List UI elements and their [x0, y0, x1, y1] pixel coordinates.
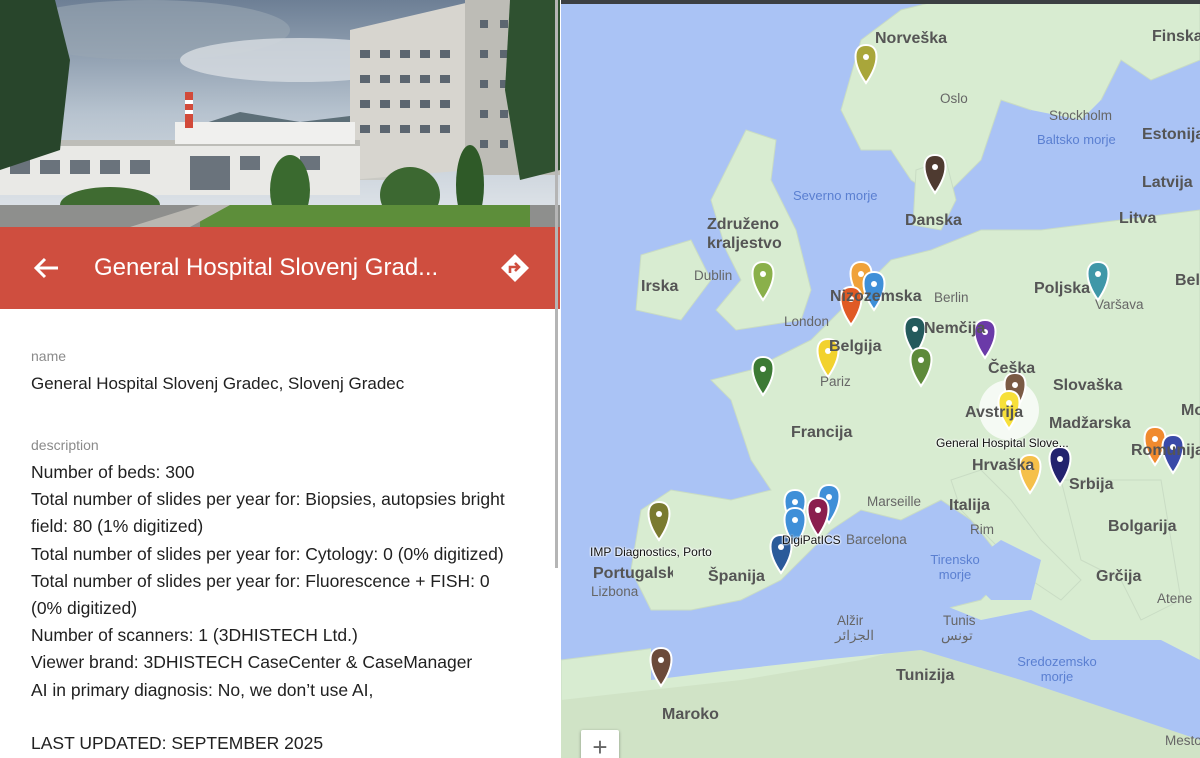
- country-label: Francija: [791, 424, 853, 441]
- sea-label: Baltsko morje: [1037, 132, 1116, 147]
- city-label: Varšava: [1095, 297, 1144, 312]
- country-label: Avstrija: [965, 404, 1024, 421]
- country-label: Mol: [1181, 402, 1200, 419]
- city-label: تونس: [941, 628, 973, 643]
- country-label: Združeno: [707, 216, 779, 233]
- city-label: Oslo: [940, 91, 968, 106]
- city-label: Mesto: [1165, 733, 1200, 748]
- country-label: Madžarska: [1049, 415, 1131, 432]
- country-label: Belgija: [829, 338, 882, 355]
- place-title: General Hospital Slovenj Grad...: [94, 254, 439, 281]
- details-section: name General Hospital Slovenj Gradec, Sl…: [31, 340, 541, 758]
- back-arrow-icon[interactable]: [30, 253, 62, 283]
- pin-label[interactable]: DigiPatICS: [782, 533, 841, 547]
- city-label: Stockholm: [1049, 108, 1113, 123]
- description-line: Total number of slides per year for: Cyt…: [31, 543, 504, 564]
- title-bar: General Hospital Slovenj Grad...: [0, 227, 560, 309]
- name-value: General Hospital Slovenj Gradec, Slovenj…: [31, 374, 405, 393]
- description-line: (0% digitized): [31, 598, 138, 619]
- city-label: London: [784, 314, 830, 329]
- country-label: Italija: [949, 497, 990, 514]
- description-line: AI in primary diagnosis: No, we don’t us…: [31, 679, 374, 700]
- country-label: Latvija: [1142, 174, 1193, 191]
- place-details-panel: General Hospital Slovenj Grad... name Ge…: [0, 0, 560, 758]
- city-label: الجزائر: [835, 628, 874, 643]
- country-label: Poljska: [1034, 280, 1091, 297]
- country-label: Slovaška: [1053, 377, 1123, 394]
- description-line: Number of beds: 300: [31, 462, 195, 482]
- last-updated: LAST UPDATED: SEPTEMBER 2025: [31, 733, 324, 754]
- name-label: name: [31, 348, 67, 364]
- city-label: Alžir: [837, 613, 864, 628]
- country-label: Litva: [1119, 210, 1157, 227]
- zoom-in-button[interactable]: +: [581, 730, 619, 758]
- city-label: Atene: [1157, 591, 1193, 606]
- country-label: Norveška: [875, 30, 948, 47]
- description-label: description: [31, 437, 99, 453]
- description-line: Total number of slides per year for: Bio…: [31, 489, 505, 510]
- city-label: Berlin: [934, 290, 969, 305]
- country-label: Bolgarija: [1108, 518, 1177, 535]
- sea-label: Severno morje: [793, 188, 878, 203]
- description-text: Number of beds: 300 Total number of slid…: [31, 459, 541, 704]
- city-label: Tunis: [943, 613, 976, 628]
- country-label: kraljestvo: [707, 235, 782, 252]
- city-label: Marseille: [867, 494, 922, 509]
- country-label: Danska: [905, 212, 962, 229]
- country-label: Maroko: [662, 706, 719, 723]
- sea-label: Tirensko morje: [930, 552, 980, 582]
- description-line: Viewer brand: 3DHISTECH CaseCenter & Cas…: [31, 652, 473, 673]
- country-label: Nizozemska: [830, 288, 922, 305]
- city-label: Lizbona: [591, 584, 639, 599]
- country-label: Portugalska: [593, 565, 673, 582]
- map-view[interactable]: Norveška Finska Estonija Latvija Litva D…: [561, 0, 1200, 758]
- panel-scrollbar[interactable]: [555, 0, 558, 568]
- country-label: Češka: [988, 360, 1036, 377]
- country-label: Irska: [641, 278, 679, 295]
- country-label: Finska: [1152, 28, 1200, 45]
- country-label: Nemčija: [924, 320, 986, 337]
- directions-icon[interactable]: [500, 253, 530, 283]
- pin-label-selected[interactable]: General Hospital Slove...: [936, 436, 1069, 450]
- country-label: Grčija: [1096, 568, 1142, 585]
- country-label: Srbija: [1069, 476, 1114, 493]
- sea-label: Sredozemsko morje: [1017, 654, 1097, 684]
- description-line: Number of scanners: 1 (3DHISTECH Ltd.): [31, 625, 358, 646]
- country-label: Španija: [708, 568, 765, 585]
- description-line: field: 80 (1% digitized): [31, 516, 204, 537]
- map-top-edge: [561, 0, 1200, 4]
- country-label: Belor: [1175, 272, 1200, 289]
- country-label: Romunija: [1131, 442, 1200, 459]
- country-label: Hrvaška: [972, 457, 1035, 474]
- country-label: Estonija: [1142, 126, 1200, 143]
- city-label: Rim: [970, 522, 994, 537]
- city-label: Barcelona: [846, 532, 907, 547]
- country-label: Tunizija: [896, 667, 955, 684]
- description-line: Total number of slides per year for: Flu…: [31, 570, 490, 591]
- city-label: Dublin: [694, 268, 733, 283]
- hospital-photo: [0, 0, 560, 227]
- pin-label[interactable]: IMP Diagnostics, Porto: [590, 545, 712, 559]
- city-label: Pariz: [820, 374, 851, 389]
